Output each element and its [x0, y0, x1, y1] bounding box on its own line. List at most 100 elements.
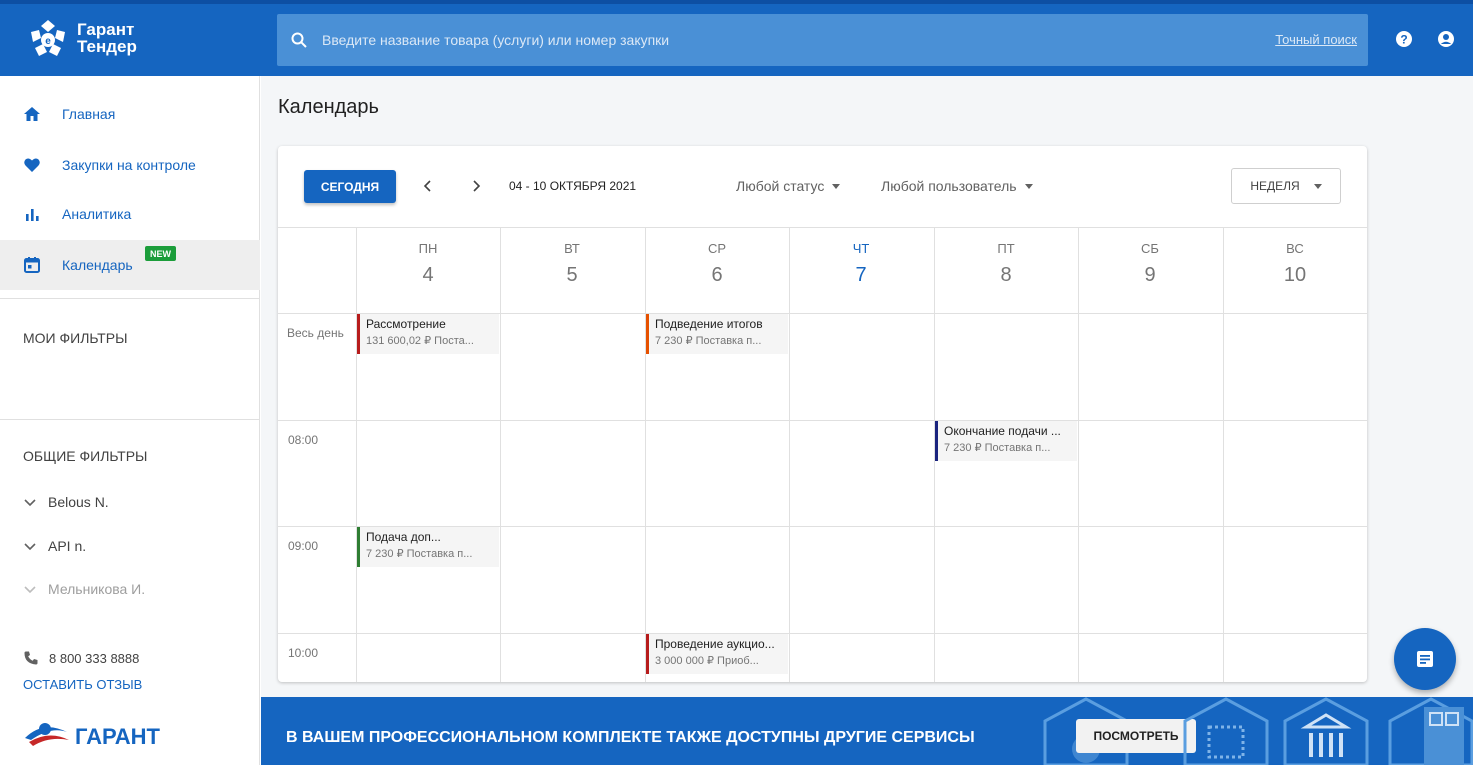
calendar-event[interactable]: Проведение аукцио... 3 000 000 ₽ Приоб..…: [646, 634, 788, 674]
chat-button[interactable]: [1394, 628, 1456, 690]
event-title: Подведение итогов: [655, 317, 763, 331]
svg-text:e: e: [45, 36, 51, 47]
filter-item[interactable]: Belous N.: [23, 494, 109, 510]
day-date: 10: [1283, 264, 1307, 286]
sidebar: Главная Закупки на контроле Аналитика Ка…: [0, 76, 260, 765]
event-title: Проведение аукцио...: [655, 637, 775, 651]
service-hexagon-icon: [1388, 697, 1473, 765]
feedback-link[interactable]: ОСТАВИТЬ ОТЗЫВ: [23, 677, 142, 692]
caret-down-icon: [1024, 183, 1033, 189]
day-name: ВТ: [564, 241, 580, 256]
time-label: 08:00: [288, 433, 319, 447]
bar-chart-icon: [26, 209, 39, 221]
home-icon: [24, 107, 40, 121]
day-header[interactable]: ВС 10: [1223, 227, 1367, 313]
sidebar-item-calendar[interactable]: Календарь NEW: [0, 240, 260, 290]
garant-brand-logo[interactable]: ГАРАНТ: [23, 716, 165, 752]
time-label: 10:00: [288, 646, 319, 660]
event-title: Рассмотрение: [366, 317, 446, 331]
sidebar-divider: [0, 298, 260, 299]
calendar-event[interactable]: Окончание подачи ... 7 230 ₽ Поставка п.…: [935, 421, 1077, 461]
support-phone[interactable]: 8 800 333 8888: [23, 650, 139, 666]
top-bar: e Гарант Тендер Введите название товара …: [0, 0, 1473, 76]
event-subtitle: 7 230 ₽ Поставка п...: [366, 548, 473, 560]
grid-line: [278, 420, 1367, 421]
view-selector-label: НЕДЕЛЯ: [1250, 179, 1300, 193]
search-bar[interactable]: Введите название товара (услуги) или ном…: [277, 14, 1368, 66]
page-title: Календарь: [278, 96, 379, 118]
day-name: СБ: [1141, 241, 1159, 256]
prev-week-icon[interactable]: [421, 177, 435, 195]
view-selector[interactable]: НЕДЕЛЯ: [1231, 168, 1341, 204]
day-date: 5: [566, 264, 578, 286]
filter-item[interactable]: Мельникова И.: [23, 581, 145, 597]
top-accent-line: [0, 0, 1473, 4]
day-date: 6: [711, 264, 723, 286]
event-title: Подача доп...: [366, 530, 441, 544]
heart-icon: [24, 158, 40, 172]
logo-text: Гарант Тендер: [77, 21, 137, 55]
search-icon: [291, 32, 307, 48]
sidebar-item-analytics[interactable]: Аналитика: [0, 190, 260, 238]
day-header[interactable]: СР 6: [645, 227, 789, 313]
brand-logo-text: ГАРАНТ: [75, 724, 160, 749]
today-button[interactable]: СЕГОДНЯ: [304, 170, 396, 203]
phone-number: 8 800 333 8888: [49, 650, 140, 666]
day-date: 8: [1000, 264, 1012, 286]
svg-text:?: ?: [1400, 33, 1407, 47]
status-dropdown[interactable]: Любой статус: [736, 178, 841, 194]
logo-line1: Гарант: [77, 20, 135, 39]
week-grid: ПН 4 ВТ 5 СР 6 ЧТ 7 ПТ 8 СБ 9 ВС 10 Весь…: [278, 227, 1367, 682]
day-date: 9: [1144, 264, 1156, 286]
calendar-event[interactable]: Подведение итогов 7 230 ₽ Поставка п...: [646, 314, 788, 354]
day-header-today[interactable]: ЧТ 7: [789, 227, 933, 313]
event-subtitle: 3 000 000 ₽ Приоб...: [655, 655, 759, 667]
day-name: ПН: [418, 241, 438, 256]
bank-building-icon: [1283, 697, 1369, 765]
new-badge: NEW: [145, 246, 176, 261]
view-services-button[interactable]: ПОСМОТРЕТЬ: [1076, 719, 1196, 753]
all-day-label: Весь день: [287, 326, 344, 340]
next-week-icon[interactable]: [469, 177, 483, 195]
filter-item[interactable]: API n.: [23, 538, 86, 554]
filter-label: Belous N.: [48, 494, 109, 510]
event-subtitle: 7 230 ₽ Поставка п...: [944, 442, 1051, 454]
event-subtitle: 7 230 ₽ Поставка п...: [655, 335, 762, 347]
sidebar-item-label: Закупки на контроле: [62, 157, 196, 173]
account-icon[interactable]: [1437, 30, 1455, 48]
day-date: 7: [855, 264, 867, 286]
day-header[interactable]: ПТ 8: [934, 227, 1078, 313]
service-hexagon-icon: [1183, 697, 1269, 765]
sidebar-item-home[interactable]: Главная: [0, 90, 260, 138]
app-logo[interactable]: e Гарант Тендер: [25, 12, 165, 64]
sidebar-item-label: Главная: [62, 106, 116, 122]
caret-down-icon: [1313, 183, 1322, 189]
date-range: 04 - 10 ОКТЯБРЯ 2021: [509, 179, 637, 193]
caret-down-icon: [832, 183, 841, 189]
sidebar-item-label: Календарь: [62, 257, 133, 273]
day-name: СР: [707, 241, 727, 256]
calendar-event[interactable]: Подача доп... 7 230 ₽ Поставка п...: [357, 527, 499, 567]
garant-tender-logo-icon: e: [31, 20, 65, 56]
document-icon: [1417, 651, 1433, 667]
search-input[interactable]: Введите название товара (услуги) или ном…: [322, 32, 669, 48]
day-date: 4: [422, 264, 434, 286]
calendar-card: СЕГОДНЯ 04 - 10 ОКТЯБРЯ 2021 Любой стату…: [278, 146, 1367, 682]
phone-icon: [24, 651, 38, 665]
grid-line: [278, 633, 1367, 634]
day-name: ВС: [1286, 241, 1304, 256]
day-header[interactable]: СБ 9: [1078, 227, 1222, 313]
day-header[interactable]: ПН 4: [356, 227, 500, 313]
promo-banner: В ВАШЕМ ПРОФЕССИОНАЛЬНОМ КОМПЛЕКТЕ ТАКЖЕ…: [261, 697, 1473, 765]
user-dropdown[interactable]: Любой пользователь: [881, 178, 1033, 194]
common-filters-heading: ОБЩИЕ ФИЛЬТРЫ: [23, 448, 148, 464]
sidebar-item-label: Аналитика: [62, 206, 132, 222]
time-label: 09:00: [288, 539, 319, 553]
calendar-event[interactable]: Рассмотрение 131 600,02 ₽ Поста...: [357, 314, 499, 354]
event-subtitle: 131 600,02 ₽ Поста...: [366, 335, 474, 347]
help-icon[interactable]: ?: [1395, 30, 1413, 48]
sidebar-item-watchlist[interactable]: Закупки на контроле: [0, 141, 260, 189]
day-name: ПТ: [997, 241, 1015, 256]
day-header[interactable]: ВТ 5: [500, 227, 644, 313]
exact-search-link[interactable]: Точный поиск: [1275, 32, 1357, 47]
